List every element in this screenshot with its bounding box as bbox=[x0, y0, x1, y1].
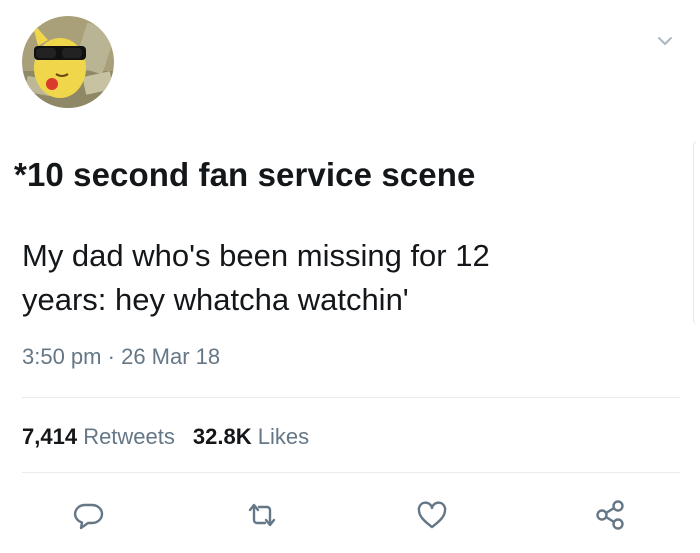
retweets-count: 7,414 bbox=[22, 424, 78, 449]
share-button[interactable] bbox=[592, 497, 628, 533]
avatar-image bbox=[22, 16, 114, 108]
tweet-stats: 7,414 Retweets 32.8K Likes bbox=[22, 424, 309, 450]
tweet-text-line: years: hey whatcha watchin' bbox=[22, 282, 409, 317]
share-icon bbox=[596, 500, 624, 530]
like-button[interactable] bbox=[414, 497, 450, 533]
likes-count: 32.8K bbox=[192, 424, 252, 449]
likes-label: Likes bbox=[257, 424, 310, 449]
likes-stat[interactable]: 32.8K Likes bbox=[193, 424, 309, 449]
tweet-date: 26 Mar 18 bbox=[121, 344, 221, 369]
divider bbox=[22, 472, 680, 473]
divider bbox=[22, 397, 680, 398]
reply-bubble-icon bbox=[73, 503, 104, 530]
retweet-icon bbox=[248, 503, 276, 527]
heart-icon bbox=[417, 501, 447, 529]
retweets-stat[interactable]: 7,414 Retweets bbox=[22, 424, 175, 449]
avatar[interactable] bbox=[22, 16, 114, 108]
retweets-label: Retweets bbox=[83, 424, 175, 449]
scroll-edge bbox=[693, 140, 700, 325]
tweet-text-line: My dad who's been missing for 12 bbox=[22, 238, 490, 273]
chevron-down-icon[interactable] bbox=[654, 30, 676, 52]
tweet-text: My dad who's been missing for 12 years: … bbox=[22, 234, 662, 322]
timestamp-separator: · bbox=[107, 344, 115, 369]
tweet-header-line: *10 second fan service scene bbox=[14, 156, 476, 193]
retweet-button[interactable] bbox=[244, 497, 280, 533]
tweet-time: 3:50 pm bbox=[22, 344, 102, 369]
tweet-timestamp[interactable]: 3:50 pm · 26 Mar 18 bbox=[22, 344, 220, 370]
reply-button[interactable] bbox=[70, 497, 106, 533]
